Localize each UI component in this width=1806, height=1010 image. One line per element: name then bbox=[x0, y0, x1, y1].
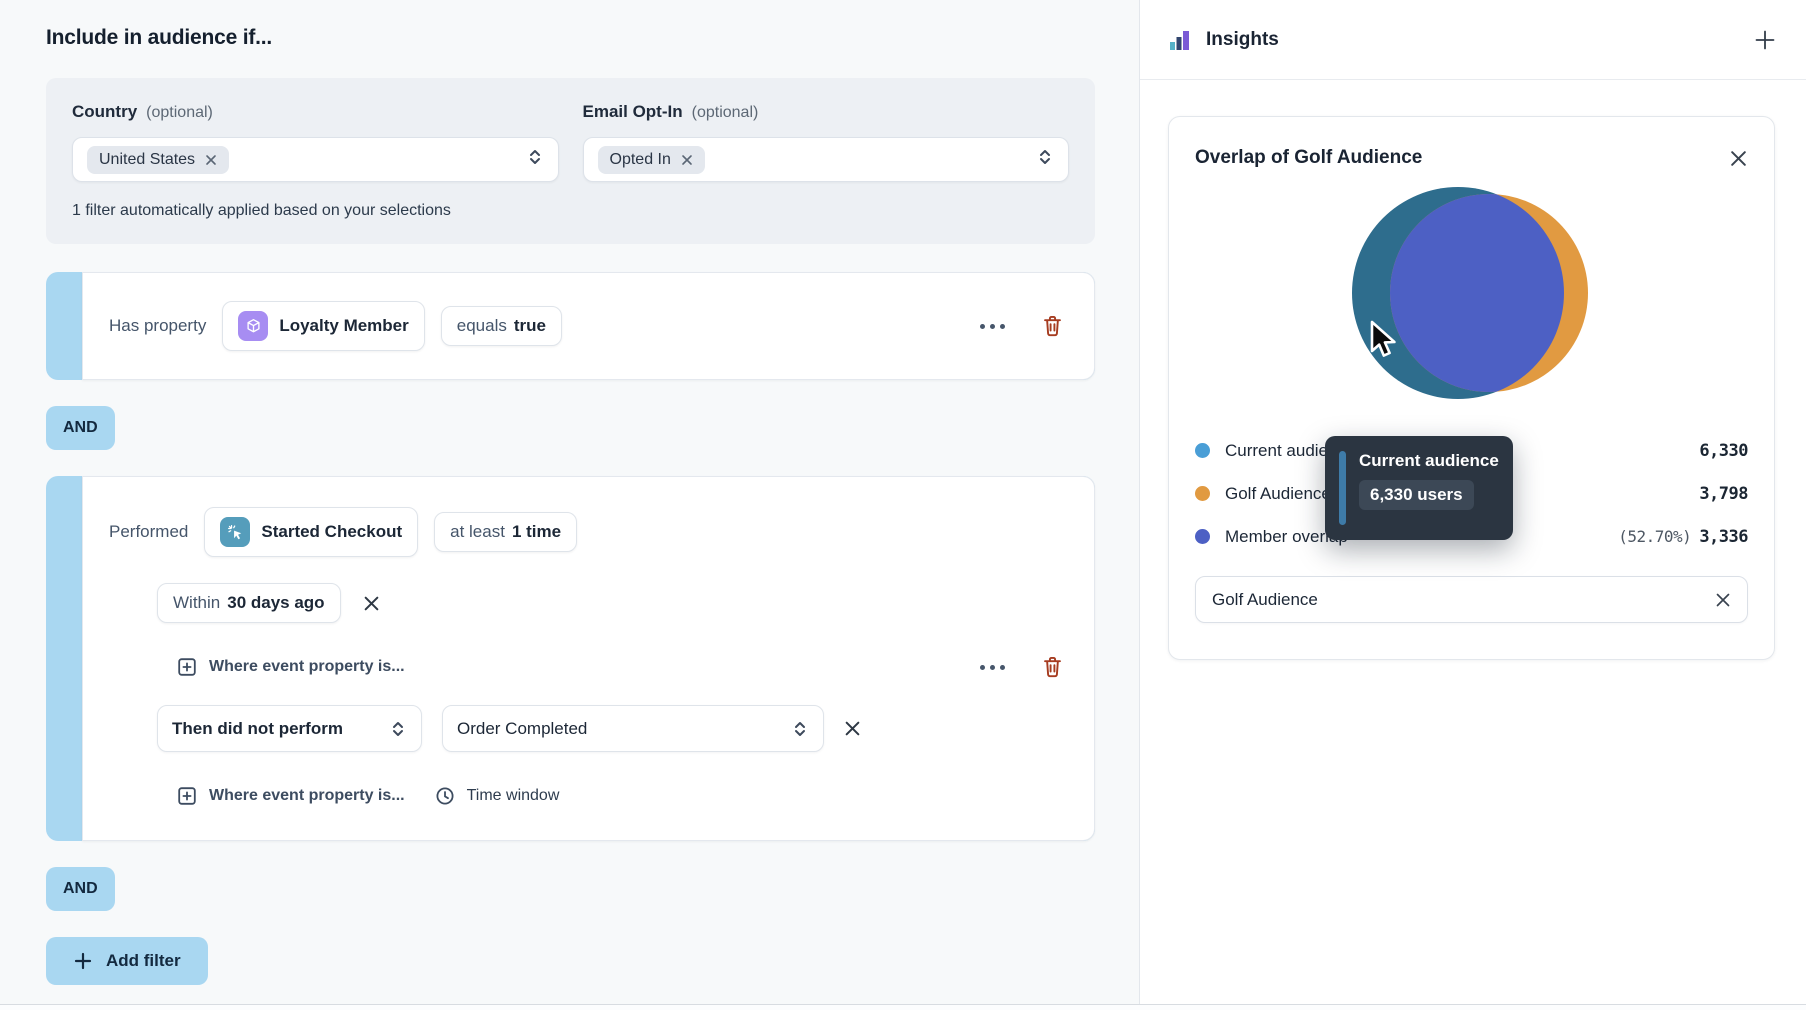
audience-search-field[interactable] bbox=[1195, 576, 1748, 623]
plus-icon bbox=[74, 952, 92, 970]
email-optional-label: (optional) bbox=[691, 104, 759, 121]
frequency-button[interactable]: at least 1 time bbox=[434, 512, 578, 552]
bar-chart-icon bbox=[1170, 31, 1189, 50]
close-icon bbox=[1731, 150, 1746, 166]
group-accent-bar bbox=[46, 272, 82, 380]
legend-dot bbox=[1195, 486, 1210, 501]
tooltip-title: Current audience bbox=[1359, 451, 1499, 470]
event-name: Started Checkout bbox=[261, 522, 403, 541]
bottom-divider bbox=[0, 1004, 1806, 1010]
operator-button[interactable]: equals true bbox=[440, 306, 562, 346]
plus-square-icon bbox=[178, 658, 196, 676]
property-button[interactable]: Loyalty Member bbox=[222, 301, 425, 351]
country-label: Country bbox=[72, 102, 138, 121]
country-optional-label: (optional) bbox=[146, 104, 213, 121]
prefilter-note: 1 filter automatically applied based on … bbox=[72, 202, 451, 219]
delete-filter-button[interactable] bbox=[1041, 655, 1064, 679]
frequency-prefix: at least bbox=[450, 522, 505, 541]
has-property-prefix: Has property bbox=[109, 316, 207, 335]
close-icon bbox=[845, 721, 860, 736]
audience-builder-panel: Include in audience if... Country (option… bbox=[0, 0, 1139, 1004]
clear-audience-button[interactable] bbox=[1715, 592, 1731, 608]
chevron-updown-icon bbox=[526, 147, 544, 172]
performed-prefix: Performed bbox=[109, 522, 189, 541]
audience-search-input[interactable] bbox=[1212, 589, 1715, 610]
page-title: Include in audience if... bbox=[46, 26, 273, 49]
close-icon bbox=[364, 596, 378, 610]
add-filter-button[interactable]: Add filter bbox=[46, 937, 208, 985]
close-icon bbox=[1716, 593, 1730, 606]
frequency-value: 1 time bbox=[511, 522, 562, 541]
then-operator-select[interactable]: Then did not perform bbox=[157, 705, 422, 752]
legend-dot bbox=[1195, 443, 1210, 458]
chevron-updown-icon bbox=[393, 721, 403, 736]
venn-diagram[interactable] bbox=[1195, 183, 1748, 407]
chip-remove-icon[interactable] bbox=[205, 154, 217, 166]
operator-text: equals bbox=[456, 316, 507, 335]
row-menu-button[interactable] bbox=[980, 323, 1005, 329]
time-window-button[interactable]: Time window bbox=[435, 786, 559, 806]
insights-panel: Insights Overlap of Golf Audience Curren… bbox=[1139, 0, 1806, 1004]
plus-square-icon bbox=[178, 787, 196, 805]
group-accent-bar bbox=[46, 476, 82, 841]
add-insight-button[interactable] bbox=[1752, 27, 1778, 53]
insights-title: Insights bbox=[1206, 28, 1279, 50]
insights-header: Insights bbox=[1140, 0, 1806, 80]
plus-icon bbox=[1755, 30, 1775, 49]
filter-group-has-property: Has property Loyalty Member equals true bbox=[46, 272, 1095, 380]
and-connector: AND bbox=[46, 406, 115, 450]
and-connector: AND bbox=[46, 867, 115, 911]
overlap-percent: (52.70%) bbox=[1618, 527, 1692, 546]
time-window-chip[interactable]: Within 30 days ago bbox=[157, 583, 341, 623]
close-insight-button[interactable] bbox=[1729, 149, 1748, 168]
country-select[interactable]: United States bbox=[72, 137, 559, 182]
within-prefix: Within bbox=[173, 593, 221, 612]
filter-group-performed: Performed Started Checkout at least 1 ti… bbox=[46, 476, 1095, 841]
prefilter-section: Country (optional) United States Email Op… bbox=[46, 78, 1095, 244]
ellipsis-icon bbox=[980, 323, 1005, 329]
negative-event-select[interactable]: Order Completed bbox=[442, 705, 824, 752]
overlap-insight-card: Overlap of Golf Audience Current audienc… bbox=[1168, 116, 1775, 660]
remove-time-window-button[interactable] bbox=[363, 595, 380, 612]
operator-value: true bbox=[513, 316, 546, 335]
country-chip[interactable]: United States bbox=[87, 145, 230, 174]
event-click-icon bbox=[220, 517, 251, 547]
insight-card-title: Overlap of Golf Audience bbox=[1195, 147, 1423, 168]
where-event-property-button[interactable]: Where event property is... bbox=[177, 786, 405, 806]
property-cube-icon bbox=[238, 311, 269, 341]
where-event-property-button[interactable]: Where event property is... bbox=[177, 657, 405, 677]
trash-icon bbox=[1044, 656, 1061, 678]
legend-dot bbox=[1195, 529, 1210, 544]
email-optin-chip[interactable]: Opted In bbox=[597, 145, 705, 174]
row-menu-button[interactable] bbox=[980, 664, 1005, 670]
email-optin-label: Email Opt-In bbox=[582, 102, 683, 121]
within-value: 30 days ago bbox=[227, 593, 325, 612]
trash-icon bbox=[1044, 315, 1061, 337]
property-name: Loyalty Member bbox=[279, 316, 409, 335]
event-button[interactable]: Started Checkout bbox=[204, 507, 419, 557]
delete-filter-button[interactable] bbox=[1041, 314, 1064, 338]
remove-negative-event-button[interactable] bbox=[844, 720, 861, 737]
ellipsis-icon bbox=[980, 664, 1005, 670]
chevron-updown-icon bbox=[795, 721, 805, 736]
tooltip-value-badge: 6,330 users bbox=[1359, 480, 1474, 510]
tooltip-accent-bar bbox=[1339, 451, 1346, 525]
clock-icon bbox=[436, 787, 454, 805]
chevron-updown-icon bbox=[1036, 147, 1054, 172]
email-optin-select[interactable]: Opted In bbox=[582, 137, 1069, 182]
chip-remove-icon[interactable] bbox=[681, 154, 693, 166]
venn-tooltip: Current audience 6,330 users bbox=[1325, 436, 1513, 540]
